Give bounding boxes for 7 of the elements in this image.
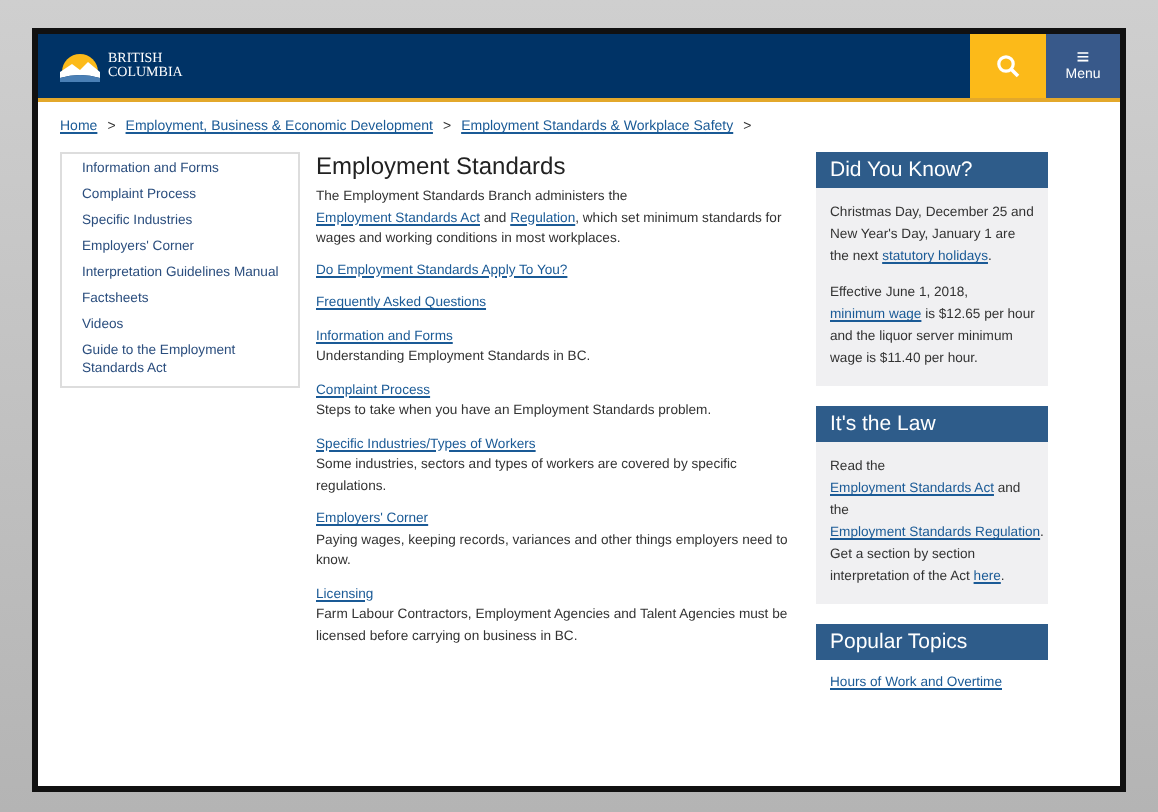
- search-button[interactable]: [970, 34, 1046, 98]
- search-icon: [996, 54, 1020, 78]
- panel-heading: Did You Know?: [816, 152, 1048, 188]
- page-title: Employment Standards: [316, 152, 568, 180]
- panel-heading: It's the Law: [816, 406, 1048, 442]
- sun-logo-icon: [58, 50, 102, 82]
- panel-heading: Popular Topics: [816, 624, 1048, 660]
